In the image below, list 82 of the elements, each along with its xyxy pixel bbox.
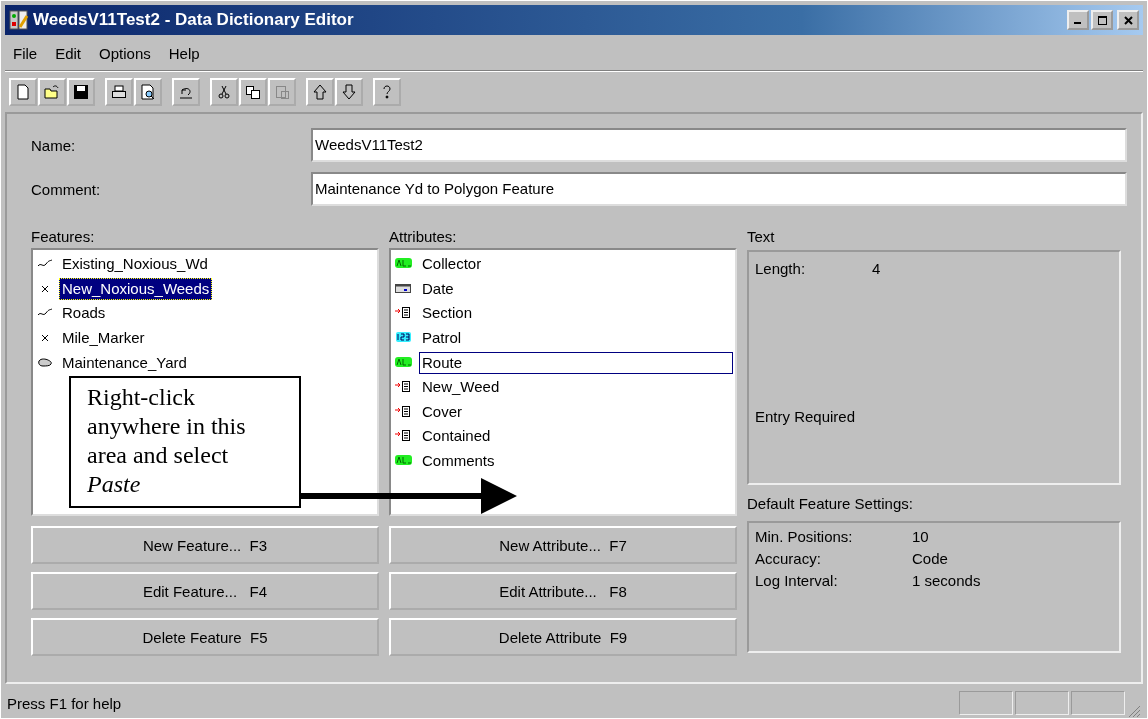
up-arrow-icon: [312, 84, 328, 100]
new-file-button[interactable]: [9, 78, 37, 106]
copy-button[interactable]: [239, 78, 267, 106]
menu-attribute-icon: [395, 429, 413, 444]
floppy-disk-button[interactable]: [67, 78, 95, 106]
printer-button[interactable]: [105, 78, 133, 106]
attribute-item[interactable]: New_Weed: [419, 376, 503, 399]
menu-attribute-icon: [395, 380, 413, 395]
print-preview-button[interactable]: [134, 78, 162, 106]
maximize-button[interactable]: [1091, 10, 1113, 30]
setting-value: Code: [912, 549, 948, 569]
print-preview-icon: [140, 84, 156, 100]
menu-item[interactable]: Help: [168, 45, 200, 62]
status-text: Press F1 for help: [7, 694, 123, 712]
attribute-button[interactable]: Edit Attribute... F8: [389, 572, 737, 610]
feature-button[interactable]: New Feature... F3: [31, 526, 379, 564]
menu-attribute-icon: [395, 306, 413, 321]
resize-grip-icon: [1127, 704, 1141, 718]
setting-label: Log Interval:: [755, 571, 839, 591]
feature-button[interactable]: Edit Feature... F4: [31, 572, 379, 610]
status-pane: [1071, 691, 1125, 715]
feature-item[interactable]: New_Noxious_Weeds: [59, 277, 213, 300]
attribute-item[interactable]: Contained: [419, 425, 494, 448]
attribute-item[interactable]: Comments: [419, 450, 498, 473]
open-folder-icon: [44, 84, 60, 100]
detail-value: 4: [872, 259, 881, 279]
feature-button[interactable]: Delete Feature F5: [31, 618, 379, 656]
minimize-button[interactable]: [1067, 10, 1089, 30]
clipboard-icon: [274, 84, 290, 100]
type-heading: Text: [747, 227, 776, 247]
text-attribute-icon: [395, 355, 413, 370]
status-pane: [959, 691, 1013, 715]
attribute-item[interactable]: Collector: [419, 253, 485, 276]
setting-value: 1 seconds: [912, 571, 981, 591]
feature-item[interactable]: Maintenance_Yard: [59, 351, 190, 374]
attributes-label: Attributes:: [389, 227, 458, 247]
setting-label: Accuracy:: [755, 549, 822, 569]
comment-label: Comment:: [31, 180, 102, 198]
menu-item[interactable]: File: [13, 45, 38, 62]
calendar-icon: [395, 281, 413, 296]
attributes-list[interactable]: Collector Date Section Patrol Route New_Weed Cover Contained Comments: [389, 248, 737, 516]
menu-attribute-icon: [395, 404, 413, 419]
undo-button[interactable]: [172, 78, 200, 106]
name-field[interactable]: WeedsV11Test2: [311, 128, 1127, 162]
scissors-button[interactable]: [210, 78, 238, 106]
entry-required-text: Entry Required: [755, 408, 857, 425]
menu-item[interactable]: Options: [99, 45, 151, 62]
defaults-heading: Default Feature Settings:: [747, 494, 914, 514]
attribute-item[interactable]: Patrol: [419, 327, 465, 350]
new-file-icon: [15, 84, 31, 100]
attribute-item[interactable]: Section: [419, 302, 476, 325]
close-button[interactable]: [1117, 10, 1139, 30]
window-title: WeedsV11Test2 - Data Dictionary Editor: [33, 10, 355, 30]
attribute-button[interactable]: New Attribute... F7: [389, 526, 737, 564]
features-label: Features:: [31, 227, 96, 247]
up-arrow-button[interactable]: [306, 78, 334, 106]
help-button[interactable]: [373, 78, 401, 106]
status-pane: [1015, 691, 1069, 715]
name-label: Name:: [31, 136, 77, 154]
feature-item[interactable]: Roads: [59, 302, 109, 325]
attribute-button[interactable]: Delete Attribute F9: [389, 618, 737, 656]
menu-item[interactable]: Edit: [55, 45, 82, 62]
copy-icon: [245, 84, 261, 100]
setting-value: 10: [912, 527, 929, 547]
comment-field[interactable]: Maintenance Yd to Polygon Feature: [311, 172, 1127, 206]
detail-label: Length:: [755, 259, 807, 279]
printer-icon: [111, 84, 127, 100]
area-feature-icon: [37, 355, 53, 370]
instruction-text: Right-click anywhere in this area and select Paste: [87, 384, 246, 497]
attribute-item[interactable]: Date: [419, 277, 457, 300]
attribute-item[interactable]: Cover: [419, 400, 465, 423]
maximize-icon: [1097, 15, 1107, 25]
feature-item[interactable]: Existing_Noxious_Wd: [59, 253, 211, 276]
scissors-icon: [216, 84, 232, 100]
down-arrow-icon: [341, 84, 357, 100]
down-arrow-button[interactable]: [335, 78, 363, 106]
feature-item[interactable]: Mile_Marker: [59, 327, 148, 350]
close-icon: [1123, 15, 1133, 25]
attribute-item[interactable]: Route: [419, 351, 733, 374]
open-folder-button[interactable]: [38, 78, 66, 106]
app-icon: [9, 10, 29, 30]
setting-label: Min. Positions:: [755, 527, 854, 547]
